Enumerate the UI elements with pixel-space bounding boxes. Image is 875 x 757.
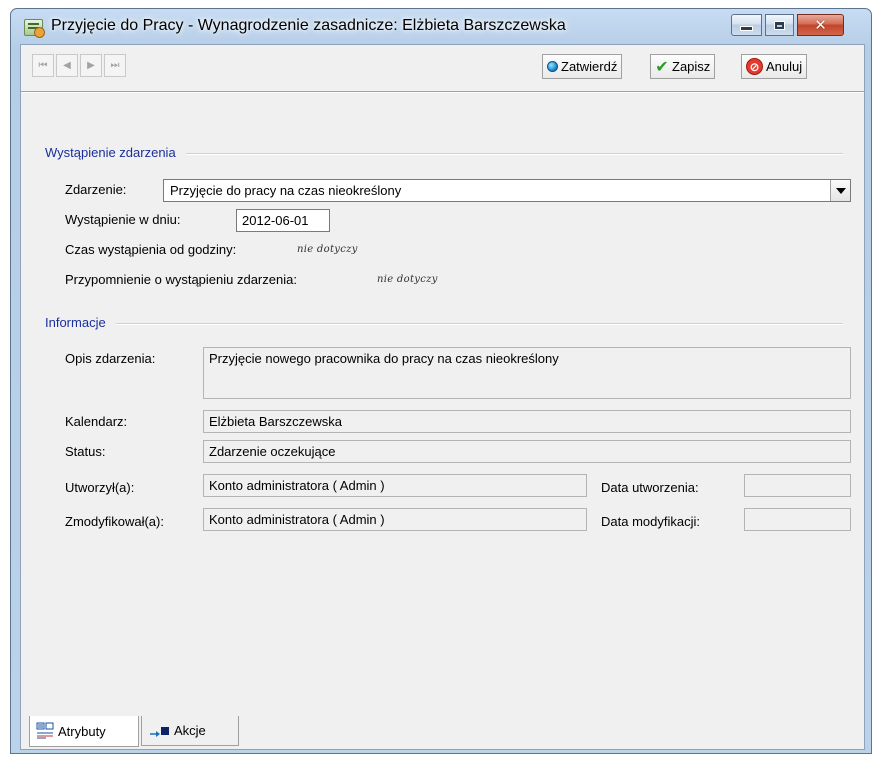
confirm-button[interactable]: Zatwierdź xyxy=(542,54,623,79)
created-date-field xyxy=(744,474,851,497)
next-record-button[interactable]: ▶ xyxy=(80,54,102,77)
confirm-label: Zatwierdź xyxy=(561,59,618,74)
dialog-window: Przyjęcie do Pracy - Wynagrodzenie zasad… xyxy=(10,8,872,754)
previous-icon: ◀ xyxy=(63,60,71,71)
save-label: Zapisz xyxy=(672,59,711,74)
date-field[interactable]: 2012-06-01 xyxy=(236,209,330,232)
created-by-field: Konto administratora ( Admin ) xyxy=(203,474,587,497)
modified-date-label: Data modyfikacji: xyxy=(601,514,700,529)
status-field: Zdarzenie oczekujące xyxy=(203,440,851,463)
time-label: Czas wystąpienia od godziny: xyxy=(65,242,237,257)
next-icon: ▶ xyxy=(87,60,95,71)
cancel-label: Anuluj xyxy=(766,59,803,74)
tab-attributes[interactable]: Atrybuty xyxy=(29,716,139,747)
tab-actions-label: Akcje xyxy=(174,723,206,738)
created-by-label: Utworzył(a): xyxy=(65,480,135,495)
previous-record-button[interactable]: ◀ xyxy=(56,54,78,77)
window-title: Przyjęcie do Pracy - Wynagrodzenie zasad… xyxy=(51,17,566,34)
close-icon: ✕ xyxy=(814,16,827,34)
cancel-icon: ⊘ xyxy=(746,58,763,75)
modified-by-field: Konto administratora ( Admin ) xyxy=(203,508,587,531)
client-area: ⏮ ◀ ▶ ⏭ Zatwierdź ✔ Zapisz ⊘ Anuluj Wyst… xyxy=(20,44,865,750)
date-label: Wystąpienie w dniu: xyxy=(65,212,181,227)
chevron-down-icon xyxy=(835,187,846,194)
section-info-title: Informacje xyxy=(45,315,116,330)
description-label: Opis zdarzenia: xyxy=(65,351,156,366)
maximize-button[interactable] xyxy=(765,14,794,36)
save-button[interactable]: ✔ Zapisz xyxy=(650,54,716,79)
toolbar-separator xyxy=(21,91,864,93)
status-label: Status: xyxy=(65,444,106,459)
confirm-icon xyxy=(547,61,558,72)
created-date-label: Data utworzenia: xyxy=(601,480,699,495)
section-occurrence-title: Wystąpienie zdarzenia xyxy=(45,145,186,160)
calendar-label: Kalendarz: xyxy=(65,414,128,429)
event-select[interactable]: Przyjęcie do pracy na czas nieokreślony xyxy=(163,179,851,202)
attributes-icon xyxy=(36,722,54,740)
modified-date-field xyxy=(744,508,851,531)
event-label: Zdarzenie: xyxy=(65,182,127,197)
tab-attributes-label: Atrybuty xyxy=(58,723,106,739)
cancel-button[interactable]: ⊘ Anuluj xyxy=(741,54,808,79)
minimize-icon xyxy=(740,26,753,31)
minimize-button[interactable] xyxy=(731,14,762,36)
last-icon: ⏭ xyxy=(110,60,120,71)
time-value: nie dotyczy xyxy=(297,244,358,255)
actions-icon xyxy=(148,724,170,738)
checkmark-icon: ✔ xyxy=(655,58,669,76)
calendar-event-icon xyxy=(24,19,45,38)
last-record-button[interactable]: ⏭ xyxy=(104,54,126,77)
title-bar[interactable]: Przyjęcie do Pracy - Wynagrodzenie zasad… xyxy=(11,9,871,45)
event-select-value: Przyjęcie do pracy na czas nieokreślony xyxy=(170,183,402,198)
dropdown-button[interactable] xyxy=(830,180,850,201)
reminder-value: nie dotyczy xyxy=(377,274,438,285)
close-button[interactable]: ✕ xyxy=(797,14,844,36)
section-divider xyxy=(45,323,843,325)
first-icon: ⏮ xyxy=(38,60,48,71)
calendar-field: Elżbieta Barszczewska xyxy=(203,410,851,433)
modified-by-label: Zmodyfikował(a): xyxy=(65,514,164,529)
description-field: Przyjęcie nowego pracownika do pracy na … xyxy=(203,347,851,399)
maximize-icon xyxy=(774,20,785,30)
first-record-button[interactable]: ⏮ xyxy=(32,54,54,77)
attributes-panel: Wystąpienie zdarzenia Zdarzenie: Przyjęc… xyxy=(35,101,851,721)
reminder-label: Przypomnienie o wystąpieniu zdarzenia: xyxy=(65,272,297,287)
tab-actions[interactable]: Akcje xyxy=(141,716,239,746)
